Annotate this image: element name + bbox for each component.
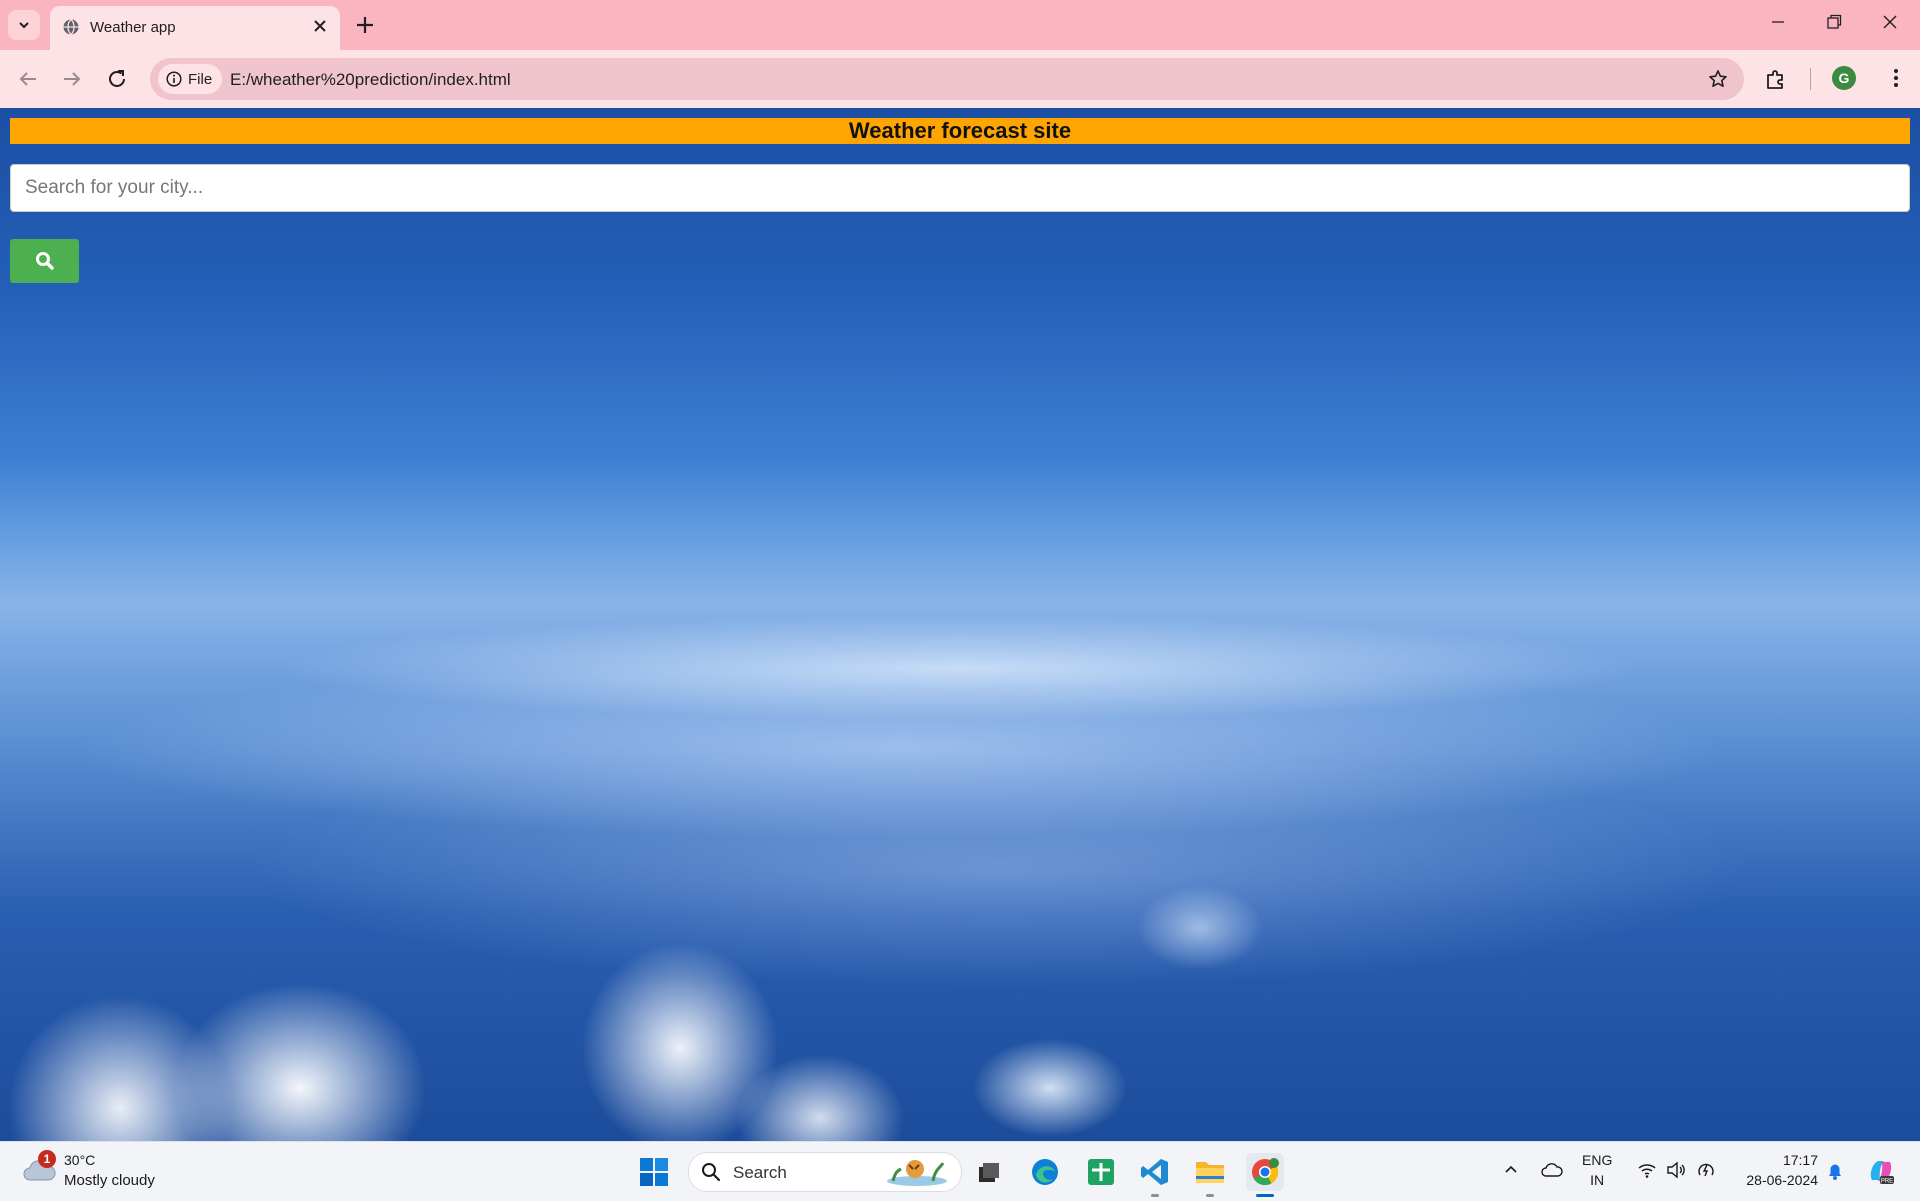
search-highlight-illustration-icon — [887, 1160, 947, 1186]
weather-widget[interactable]: 1 30°C Mostly cloudy — [22, 1150, 192, 1194]
site-info-chip[interactable]: File — [158, 64, 223, 94]
close-tab-icon[interactable] — [312, 18, 328, 34]
address-bar[interactable]: File E:/wheather%20prediction/index.html — [150, 58, 1744, 100]
restore-icon[interactable] — [1824, 12, 1844, 32]
spreadsheet-icon — [1088, 1159, 1114, 1185]
extensions-puzzle-icon[interactable] — [1764, 67, 1788, 91]
copilot-icon[interactable]: PRE — [1866, 1156, 1896, 1186]
system-clock[interactable]: 17:17 28-06-2024 — [1738, 1150, 1818, 1190]
weather-temperature: 30°C — [64, 1152, 96, 1168]
battery-charging-icon[interactable] — [1696, 1161, 1716, 1179]
task-view-button[interactable] — [970, 1153, 1008, 1191]
forward-arrow-icon[interactable] — [60, 67, 84, 91]
region-code: IN — [1590, 1172, 1605, 1188]
page-title: Weather forecast site — [10, 118, 1910, 144]
running-indicator — [1151, 1194, 1159, 1197]
clock-date: 28-06-2024 — [1746, 1172, 1818, 1188]
vscode-app[interactable] — [1136, 1153, 1174, 1197]
url-text[interactable]: E:/wheather%20prediction/index.html — [230, 70, 511, 90]
weather-condition: Mostly cloudy — [64, 1172, 155, 1189]
minimize-icon[interactable] — [1768, 12, 1788, 32]
chrome-icon — [1252, 1158, 1279, 1186]
notification-badge: 1 — [38, 1150, 56, 1168]
clock-time: 17:17 — [1782, 1152, 1818, 1168]
volume-icon[interactable] — [1666, 1161, 1686, 1179]
browser-toolbar: File E:/wheather%20prediction/index.html… — [0, 50, 1920, 108]
running-indicator — [1206, 1194, 1214, 1197]
reload-icon[interactable] — [105, 67, 129, 91]
folder-icon — [1196, 1162, 1224, 1183]
edge-app[interactable] — [1026, 1153, 1064, 1191]
vscode-icon — [1141, 1159, 1168, 1185]
taskbar: 1 30°C Mostly cloudy Search ENG IN 17:17 — [0, 1141, 1920, 1201]
sheets-app[interactable] — [1082, 1153, 1120, 1191]
chrome-app[interactable] — [1246, 1153, 1284, 1197]
tab-search-button[interactable] — [8, 10, 40, 40]
city-search-input[interactable] — [10, 164, 1910, 212]
onedrive-cloud-icon[interactable] — [1540, 1161, 1564, 1179]
toolbar-divider — [1810, 68, 1811, 90]
close-window-icon[interactable] — [1880, 12, 1900, 32]
taskbar-search-label: Search — [733, 1163, 787, 1182]
profile-avatar[interactable]: G — [1832, 66, 1856, 90]
more-menu-icon[interactable] — [1884, 66, 1908, 90]
language-code: ENG — [1582, 1152, 1613, 1168]
wifi-icon[interactable] — [1637, 1161, 1657, 1179]
browser-tab[interactable]: Weather app — [50, 6, 340, 50]
chevron-up-icon[interactable] — [1502, 1161, 1520, 1179]
scheme-label: File — [188, 70, 213, 88]
back-arrow-icon[interactable] — [16, 67, 40, 91]
file-explorer-app[interactable] — [1191, 1153, 1229, 1197]
new-tab-icon[interactable] — [352, 12, 378, 38]
page-background-sky: Weather forecast site — [0, 108, 1920, 1141]
search-icon — [35, 252, 54, 270]
taskbar-search-box[interactable]: Search — [688, 1152, 962, 1192]
svg-text:PRE: PRE — [1881, 1179, 1893, 1185]
search-button[interactable] — [10, 239, 79, 283]
chevron-down-icon — [19, 22, 29, 29]
input-language-indicator[interactable]: ENG IN — [1582, 1150, 1612, 1190]
windows-start-icon[interactable] — [638, 1156, 670, 1188]
info-icon — [166, 71, 182, 87]
active-indicator — [1256, 1194, 1274, 1197]
bookmark-star-icon[interactable] — [1708, 69, 1728, 89]
tab-title: Weather app — [90, 19, 176, 36]
search-icon — [702, 1163, 721, 1182]
task-view-icon — [979, 1163, 999, 1182]
browser-titlebar: Weather app — [0, 0, 1920, 50]
edge-browser-icon — [1032, 1159, 1058, 1185]
notification-bell-icon[interactable] — [1826, 1161, 1844, 1181]
globe-icon — [63, 19, 79, 35]
